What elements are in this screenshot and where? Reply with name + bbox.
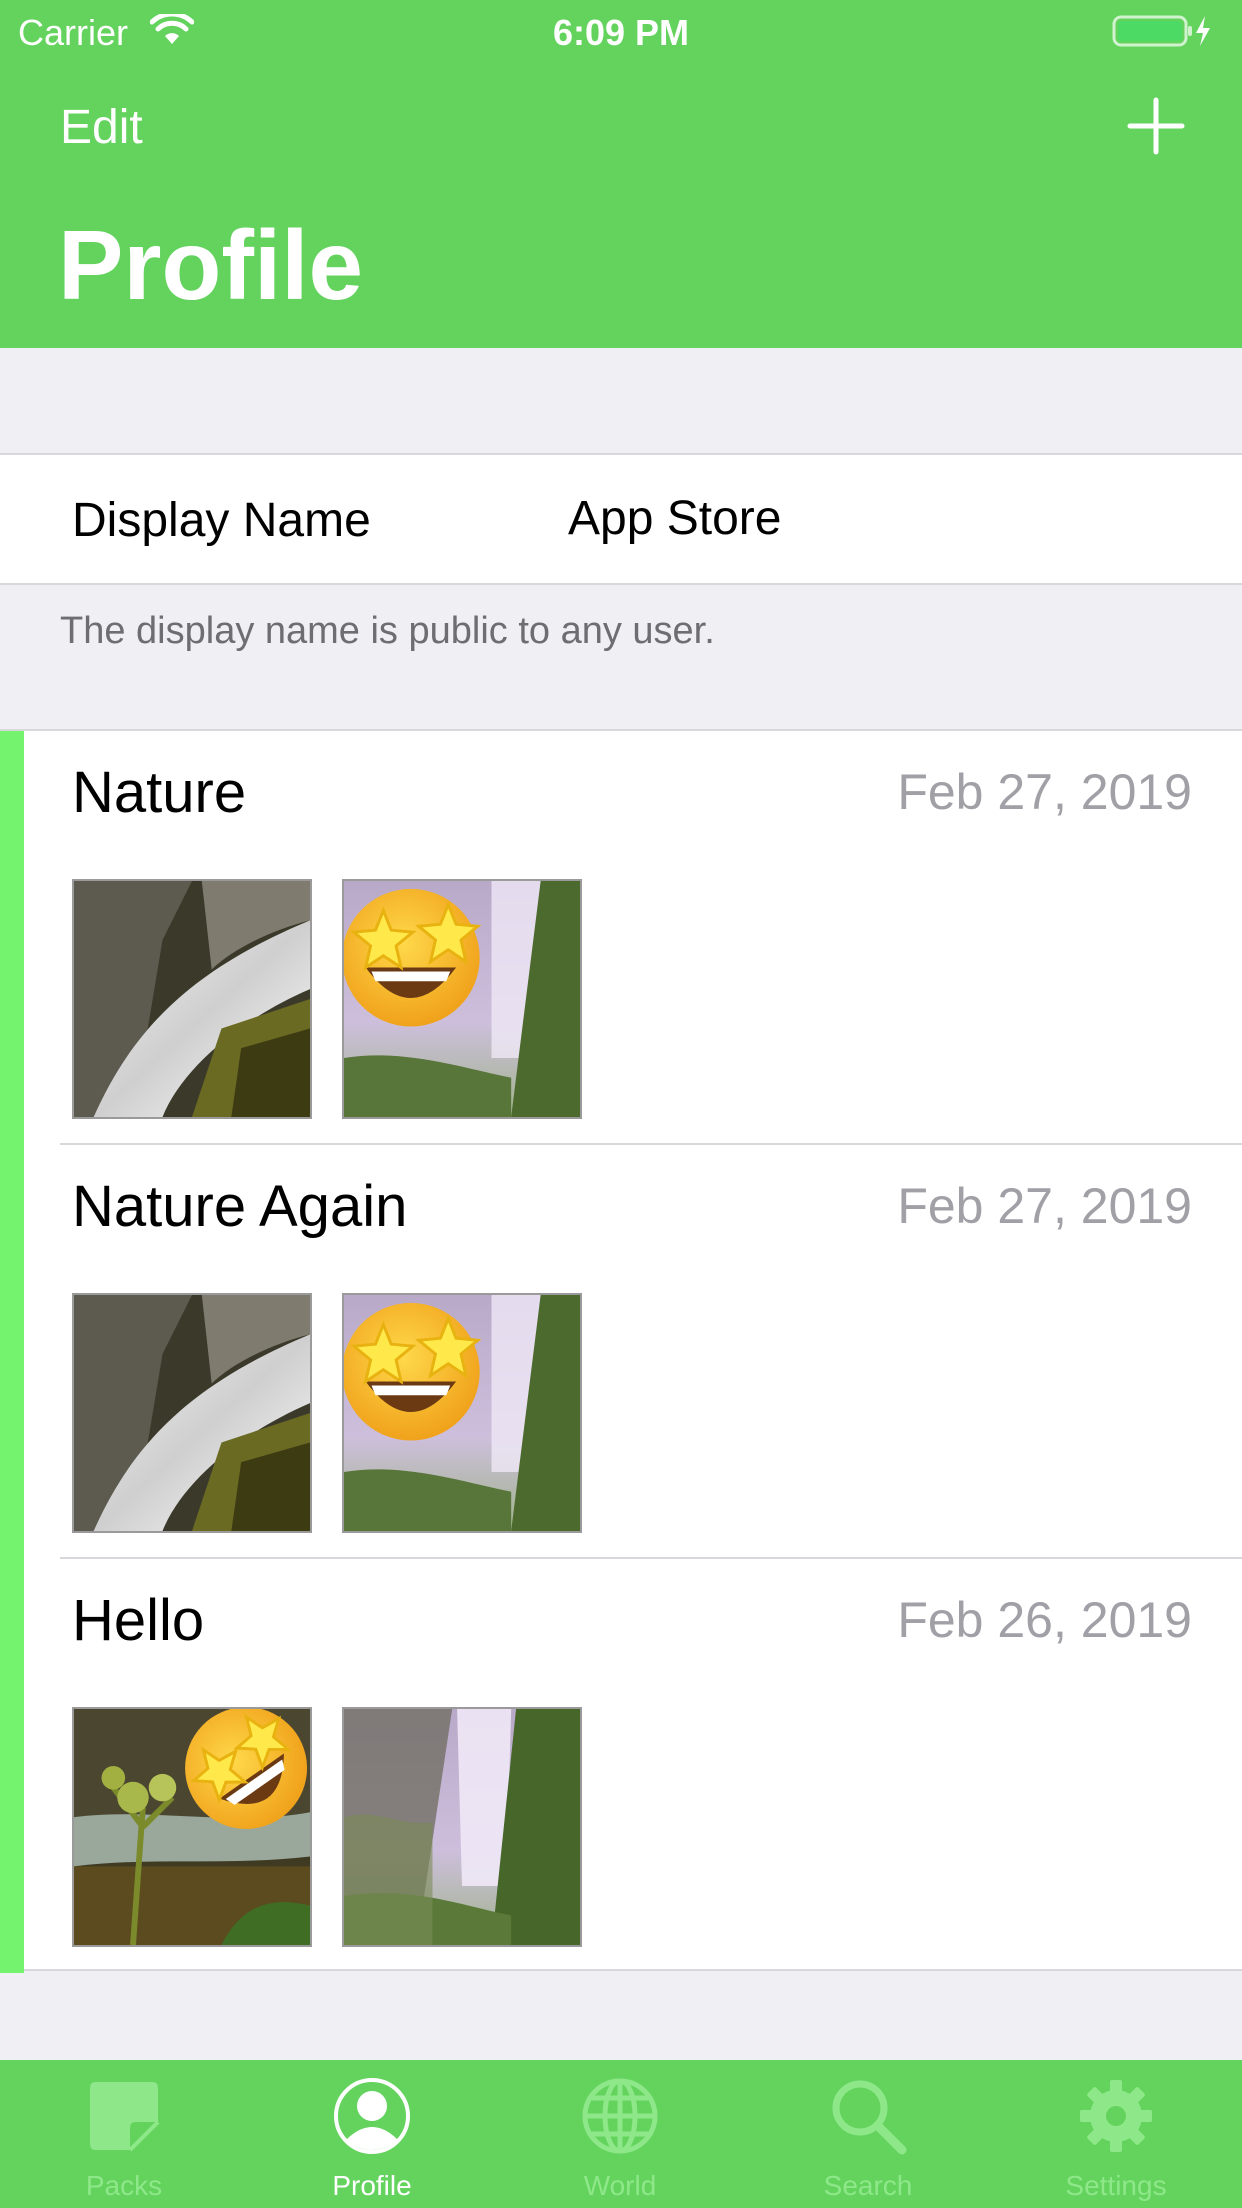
search-icon [832,2080,907,2155]
sticker-thumbnail[interactable] [72,1293,312,1533]
pack-row[interactable]: Nature Feb 27, 2019 [0,731,1242,1145]
sticker-icon [90,2082,160,2152]
person-icon [334,2078,410,2154]
flowers-with-tilted-emoji [74,1709,310,1945]
display-name-footer: The display name is public to any user. [60,610,715,652]
display-name-field[interactable]: App Store [568,491,781,546]
tab-settings[interactable]: Settings [992,2060,1240,2208]
plus-icon[interactable] [1126,96,1186,156]
pack-date: Feb 27, 2019 [897,764,1192,820]
pack-row[interactable]: Hello Feb 26, 2019 [0,1559,1242,1973]
sticker-thumbnail[interactable] [72,1707,312,1947]
pack-name: Nature [72,760,247,825]
pack-row[interactable]: Nature Again Feb 27, 2019 [0,1145,1242,1559]
tab-search[interactable]: Search [744,2060,992,2208]
misty-waterfall-photo [344,1709,580,1945]
gear-icon [1080,2080,1152,2152]
tab-label: Packs [85,2170,163,2201]
status-time: 6:09 PM [552,12,690,53]
battery-icon [1112,15,1210,47]
pack-name: Hello [72,1588,205,1653]
navigation-header: Carrier 6:09 PM Edit Profile [0,0,1242,348]
tab-label: Search [823,2170,913,2201]
tab-profile[interactable]: Profile [248,2060,496,2208]
pack-accent-bar [0,1145,24,1559]
tab-world[interactable]: World [496,2060,744,2208]
sticker-thumbnail[interactable] [342,879,582,1119]
pack-accent-bar [0,1559,24,1973]
globe-icon [582,2078,658,2154]
tab-label: Profile [332,2170,412,2201]
display-name-row[interactable]: Display Name App Store [0,453,1242,585]
tab-label: Settings [1065,2170,1167,2201]
status-bar: Carrier 6:09 PM [0,0,1242,62]
star-struck-emoji-on-waterfall [344,1295,580,1531]
pack-list: Nature Feb 27, 2019 Nature Again Feb 27,… [0,729,1242,1973]
edit-button[interactable]: Edit [60,100,143,155]
waterfall-photo [74,881,310,1117]
display-name-label: Display Name [72,494,371,547]
pack-accent-bar [0,731,24,1145]
pack-name: Nature Again [72,1174,408,1239]
sticker-thumbnail[interactable] [72,879,312,1119]
waterfall-photo [74,1295,310,1531]
star-struck-emoji-on-waterfall [344,881,580,1117]
sticker-thumbnail[interactable] [342,1707,582,1947]
tab-packs[interactable]: Packs [0,2060,248,2208]
pack-date: Feb 27, 2019 [897,1178,1192,1234]
page-title: Profile [58,210,363,320]
sticker-thumbnail[interactable] [342,1293,582,1533]
pack-date: Feb 26, 2019 [897,1592,1192,1648]
tab-bar: Packs Profile World Search Settings [0,2060,1242,2208]
tab-label: World [583,2170,657,2201]
